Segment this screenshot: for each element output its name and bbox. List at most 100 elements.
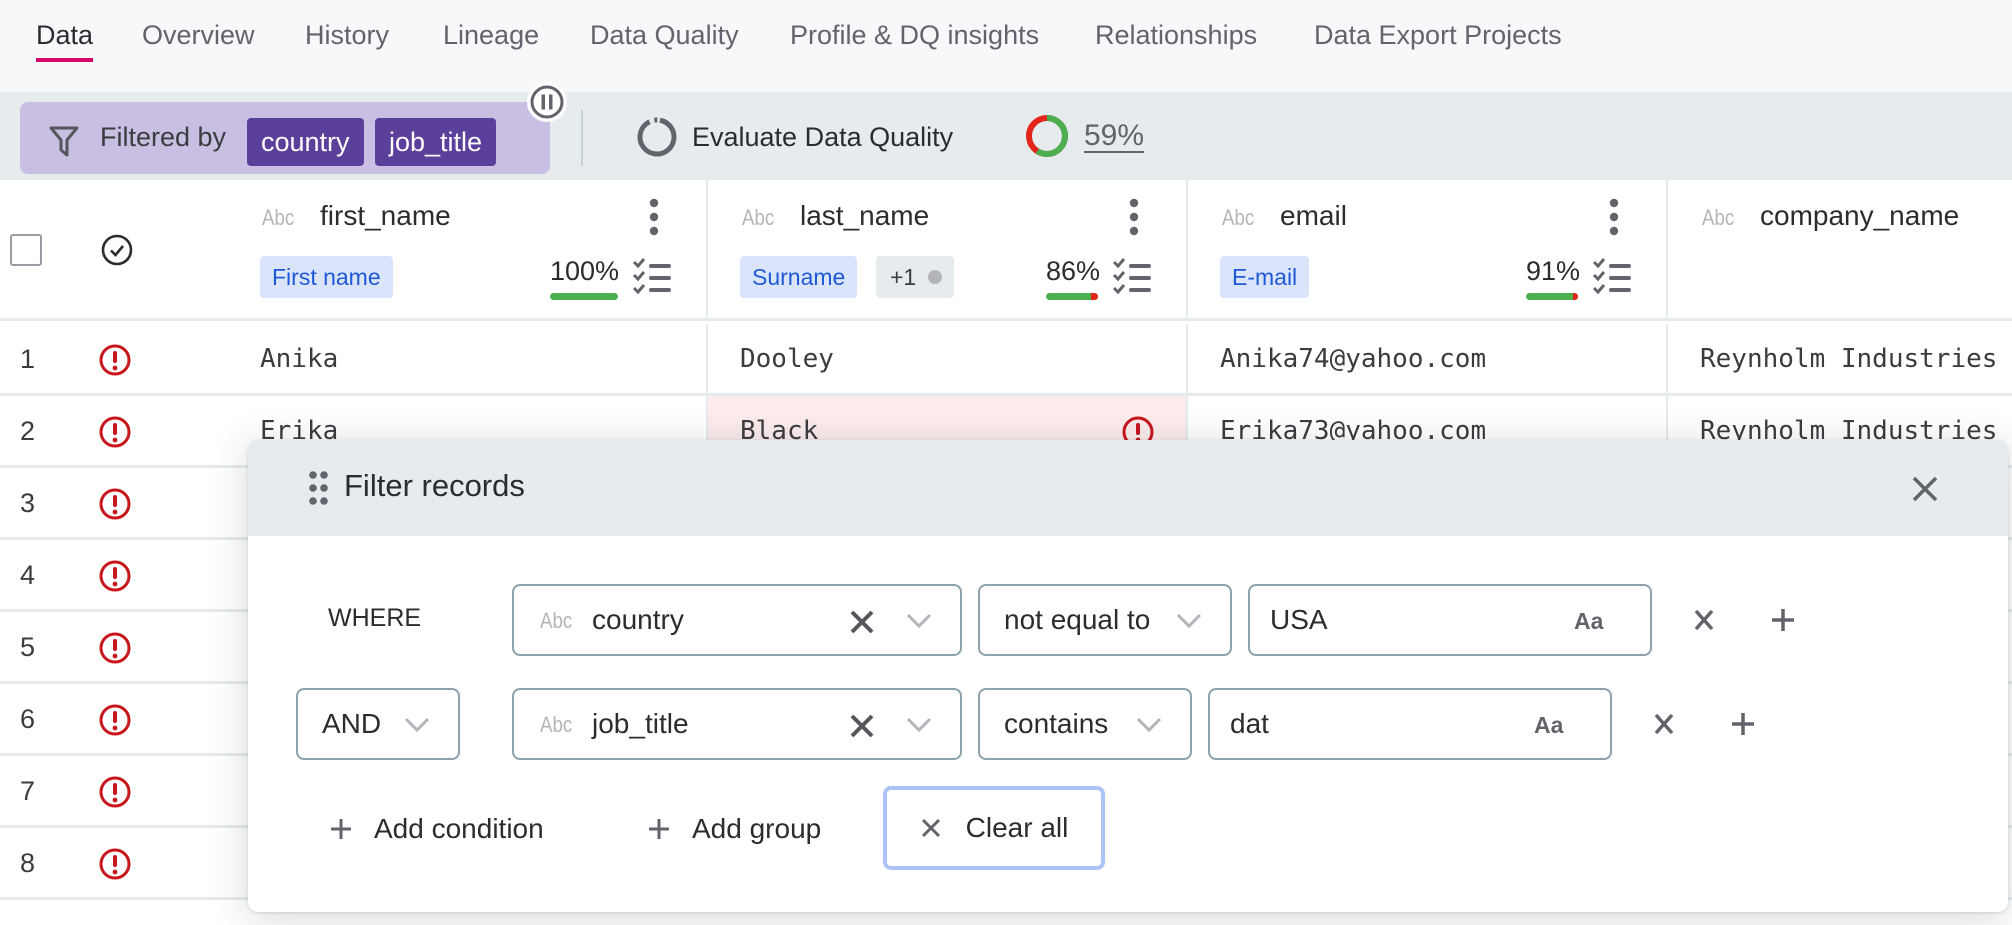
more-tags-badge[interactable]: +1 [876, 256, 955, 298]
pause-filter-button[interactable] [527, 82, 567, 122]
add-condition-button[interactable]: Add condition [328, 801, 544, 857]
clear-attribute-icon[interactable] [848, 712, 876, 740]
operator-select[interactable]: contains [978, 688, 1192, 760]
operator-value: not equal to [1004, 604, 1151, 635]
column-name: company_name [1760, 200, 1960, 231]
row-error-icon[interactable] [98, 343, 132, 377]
dialog-header[interactable]: Filter records [248, 440, 2008, 536]
row-error-icon[interactable] [98, 559, 132, 593]
operator-select[interactable]: not equal to [978, 584, 1232, 656]
chevron-down-icon [906, 717, 932, 733]
tab-bar: Data Overview History Lineage Data Quali… [0, 0, 2012, 92]
value-input[interactable]: dat Aa [1208, 688, 1612, 760]
row-error-icon[interactable] [98, 415, 132, 449]
cell-company-name[interactable]: Reynholm Industries [1700, 344, 1997, 374]
semantic-tag[interactable]: E-mail [1220, 256, 1310, 298]
value-input[interactable]: USA Aa [1248, 584, 1652, 656]
column-divider[interactable] [706, 180, 708, 321]
tab-history[interactable]: History [305, 20, 389, 51]
add-condition-icon[interactable] [1730, 711, 1756, 737]
string-type-icon: Abc [1222, 205, 1255, 230]
attribute-value: job_title [592, 708, 689, 739]
value-text: dat [1230, 708, 1269, 739]
clear-all-label: Clear all [965, 812, 1069, 843]
remove-condition-icon[interactable] [1692, 608, 1716, 632]
column-divider [1666, 324, 1668, 396]
connector-select[interactable]: AND [296, 688, 460, 760]
column-menu-icon[interactable] [1128, 198, 1140, 236]
tab-data-quality[interactable]: Data Quality [590, 20, 739, 51]
plus-icon [649, 819, 669, 839]
plus-icon [331, 819, 351, 839]
dq-rules-icon[interactable] [1112, 258, 1154, 298]
column-dq-bar [1526, 293, 1578, 300]
column-menu-icon[interactable] [1608, 198, 1620, 236]
dq-score-link[interactable]: 59% [1024, 113, 1144, 159]
tab-data[interactable]: Data [36, 20, 94, 62]
close-icon [921, 818, 940, 838]
select-all-checkbox[interactable] [10, 234, 42, 266]
tab-data-export-projects[interactable]: Data Export Projects [1314, 20, 1562, 51]
attribute-select[interactable]: Abc country [512, 584, 962, 656]
clear-all-button[interactable]: Clear all [883, 786, 1105, 870]
row-number: 8 [20, 848, 36, 878]
chevron-down-icon [906, 613, 932, 629]
evaluate-data-quality-button[interactable]: Evaluate Data Quality [636, 115, 953, 159]
row-error-icon[interactable] [98, 847, 132, 881]
where-label: WHERE [328, 604, 422, 632]
add-group-button[interactable]: Add group [646, 801, 821, 857]
column-name: first_name [320, 200, 451, 231]
row-error-icon[interactable] [98, 703, 132, 737]
chevron-down-icon [1176, 613, 1202, 629]
loading-circle-icon [637, 117, 677, 157]
drag-handle-icon[interactable] [308, 470, 330, 506]
row-number: 1 [20, 344, 36, 374]
cell-email[interactable]: Anika74@yahoo.com [1220, 344, 1486, 374]
more-tags-count: +1 [890, 264, 917, 290]
column-divider[interactable] [1186, 180, 1188, 321]
tab-relationships[interactable]: Relationships [1095, 20, 1257, 51]
chevron-down-icon [404, 717, 430, 733]
cell-first-name[interactable]: Anika [260, 344, 338, 374]
evaluate-label: Evaluate Data Quality [692, 121, 954, 152]
add-condition-label: Add condition [374, 813, 544, 844]
dq-donut-icon [1026, 115, 1068, 157]
column-name: email [1280, 200, 1347, 231]
row-error-icon[interactable] [98, 775, 132, 809]
cell-last-name[interactable]: Dooley [740, 344, 834, 374]
add-condition-icon[interactable] [1770, 607, 1796, 633]
dq-score-value[interactable]: 59% [1084, 119, 1144, 153]
semantic-tag[interactable]: Surname [740, 256, 858, 298]
row-error-icon[interactable] [98, 487, 132, 521]
tab-profile-dq-insights[interactable]: Profile & DQ insights [790, 20, 1039, 51]
active-filter-chip[interactable]: Filtered by country job_title [20, 102, 550, 174]
dq-rules-icon[interactable] [1592, 258, 1634, 298]
column-dq-bar [550, 293, 618, 300]
string-type-icon: Abc [262, 205, 295, 230]
string-type-icon: Abc [540, 712, 573, 737]
clear-attribute-icon[interactable] [848, 608, 876, 636]
dq-rules-icon[interactable] [632, 258, 674, 298]
remove-condition-icon[interactable] [1652, 712, 1676, 736]
column-dq-score: 86% [1046, 256, 1101, 286]
close-icon[interactable] [1908, 472, 1942, 506]
dialog-title: Filter records [344, 468, 525, 503]
dq-fail-segment [1090, 293, 1098, 300]
string-type-icon: Abc [1702, 205, 1735, 230]
status-dot [928, 270, 943, 284]
value-text: USA [1270, 604, 1328, 635]
column-divider[interactable] [1666, 180, 1668, 321]
column-menu-icon[interactable] [648, 198, 660, 236]
row-error-icon[interactable] [98, 631, 132, 665]
match-case-toggle[interactable]: Aa [1574, 608, 1603, 635]
semantic-tag[interactable]: First name [260, 256, 393, 298]
toolbar-divider [581, 110, 583, 166]
match-case-toggle[interactable]: Aa [1534, 712, 1563, 739]
tab-overview[interactable]: Overview [142, 20, 255, 51]
filter-tag-country[interactable]: country [247, 118, 364, 166]
filter-tag-job-title[interactable]: job_title [375, 118, 497, 166]
table-row[interactable]: 1 Anika Dooley Anika74@yahoo.com Reynholm In… [0, 324, 2012, 396]
attribute-select[interactable]: Abc job_title [512, 688, 962, 760]
tab-lineage[interactable]: Lineage [443, 20, 539, 51]
row-number: 6 [20, 704, 36, 734]
